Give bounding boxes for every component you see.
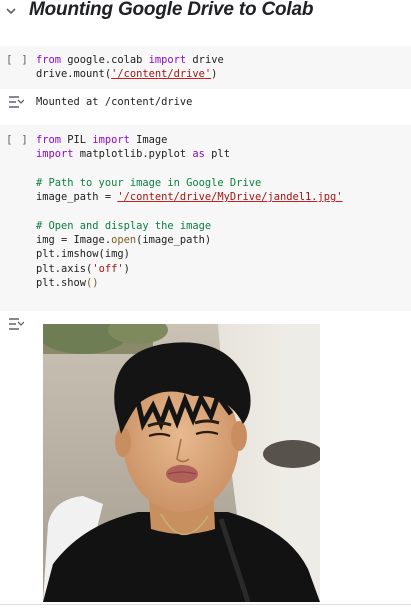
keyword: import [36,148,74,161]
code-comment: # Open and display the image [36,219,212,232]
keyword: from [36,134,62,146]
keyword: import [148,54,187,66]
run-cell-button[interactable]: [ ] [6,133,29,146]
string-literal: '/content/drive' [111,68,212,81]
code-token: PIL [61,134,93,146]
code-token: (image_path) [136,234,212,247]
code-token: img = Image. [36,234,112,247]
output-toggle-icon[interactable] [8,318,24,330]
code-token: plt.imshow(img) [36,248,130,261]
keyword: as [192,148,205,161]
code-token: ) [211,68,218,81]
code-editor[interactable]: from PIL import Image import matplotlib.… [36,133,343,290]
output-image [43,324,320,602]
code-token: plt [204,148,230,161]
code-cell-2[interactable]: [ ] from PIL import Image import matplot… [0,125,411,311]
photo-selfie [43,324,320,602]
string-literal: '/content/drive/MyDrive/jandel1.jpg' [117,191,343,204]
code-token: plt.show [36,276,87,289]
cell-output-text: Mounted at /content/drive [36,96,193,108]
code-cell-1[interactable]: [ ] from google.colab import drive drive… [0,46,411,89]
section-header: Mounting Google Drive to Colab [0,0,411,22]
code-function: open [111,234,137,247]
code-token: drive.mount( [36,68,112,81]
keyword: from [36,54,62,66]
chevron-down-icon[interactable] [4,4,18,18]
code-function: () [86,276,99,289]
run-cell-button[interactable]: [ ] [6,53,29,66]
code-token: matplotlib.pyplot [73,148,193,161]
divider [0,604,411,605]
output-toggle-icon[interactable] [8,96,24,108]
section-title: Mounting Google Drive to Colab [29,0,314,20]
code-token: image_path = [36,191,118,204]
code-editor[interactable]: from google.colab import drive drive.mou… [36,53,224,82]
code-token: ) [123,262,130,275]
code-token: Image [129,134,168,146]
string-literal: 'off' [92,262,124,275]
code-comment: # Path to your image in Google Drive [36,176,262,189]
code-token: drive [186,54,224,66]
code-token: plt.axis( [36,262,93,275]
code-token: google.colab [61,54,149,66]
keyword: import [92,134,130,146]
